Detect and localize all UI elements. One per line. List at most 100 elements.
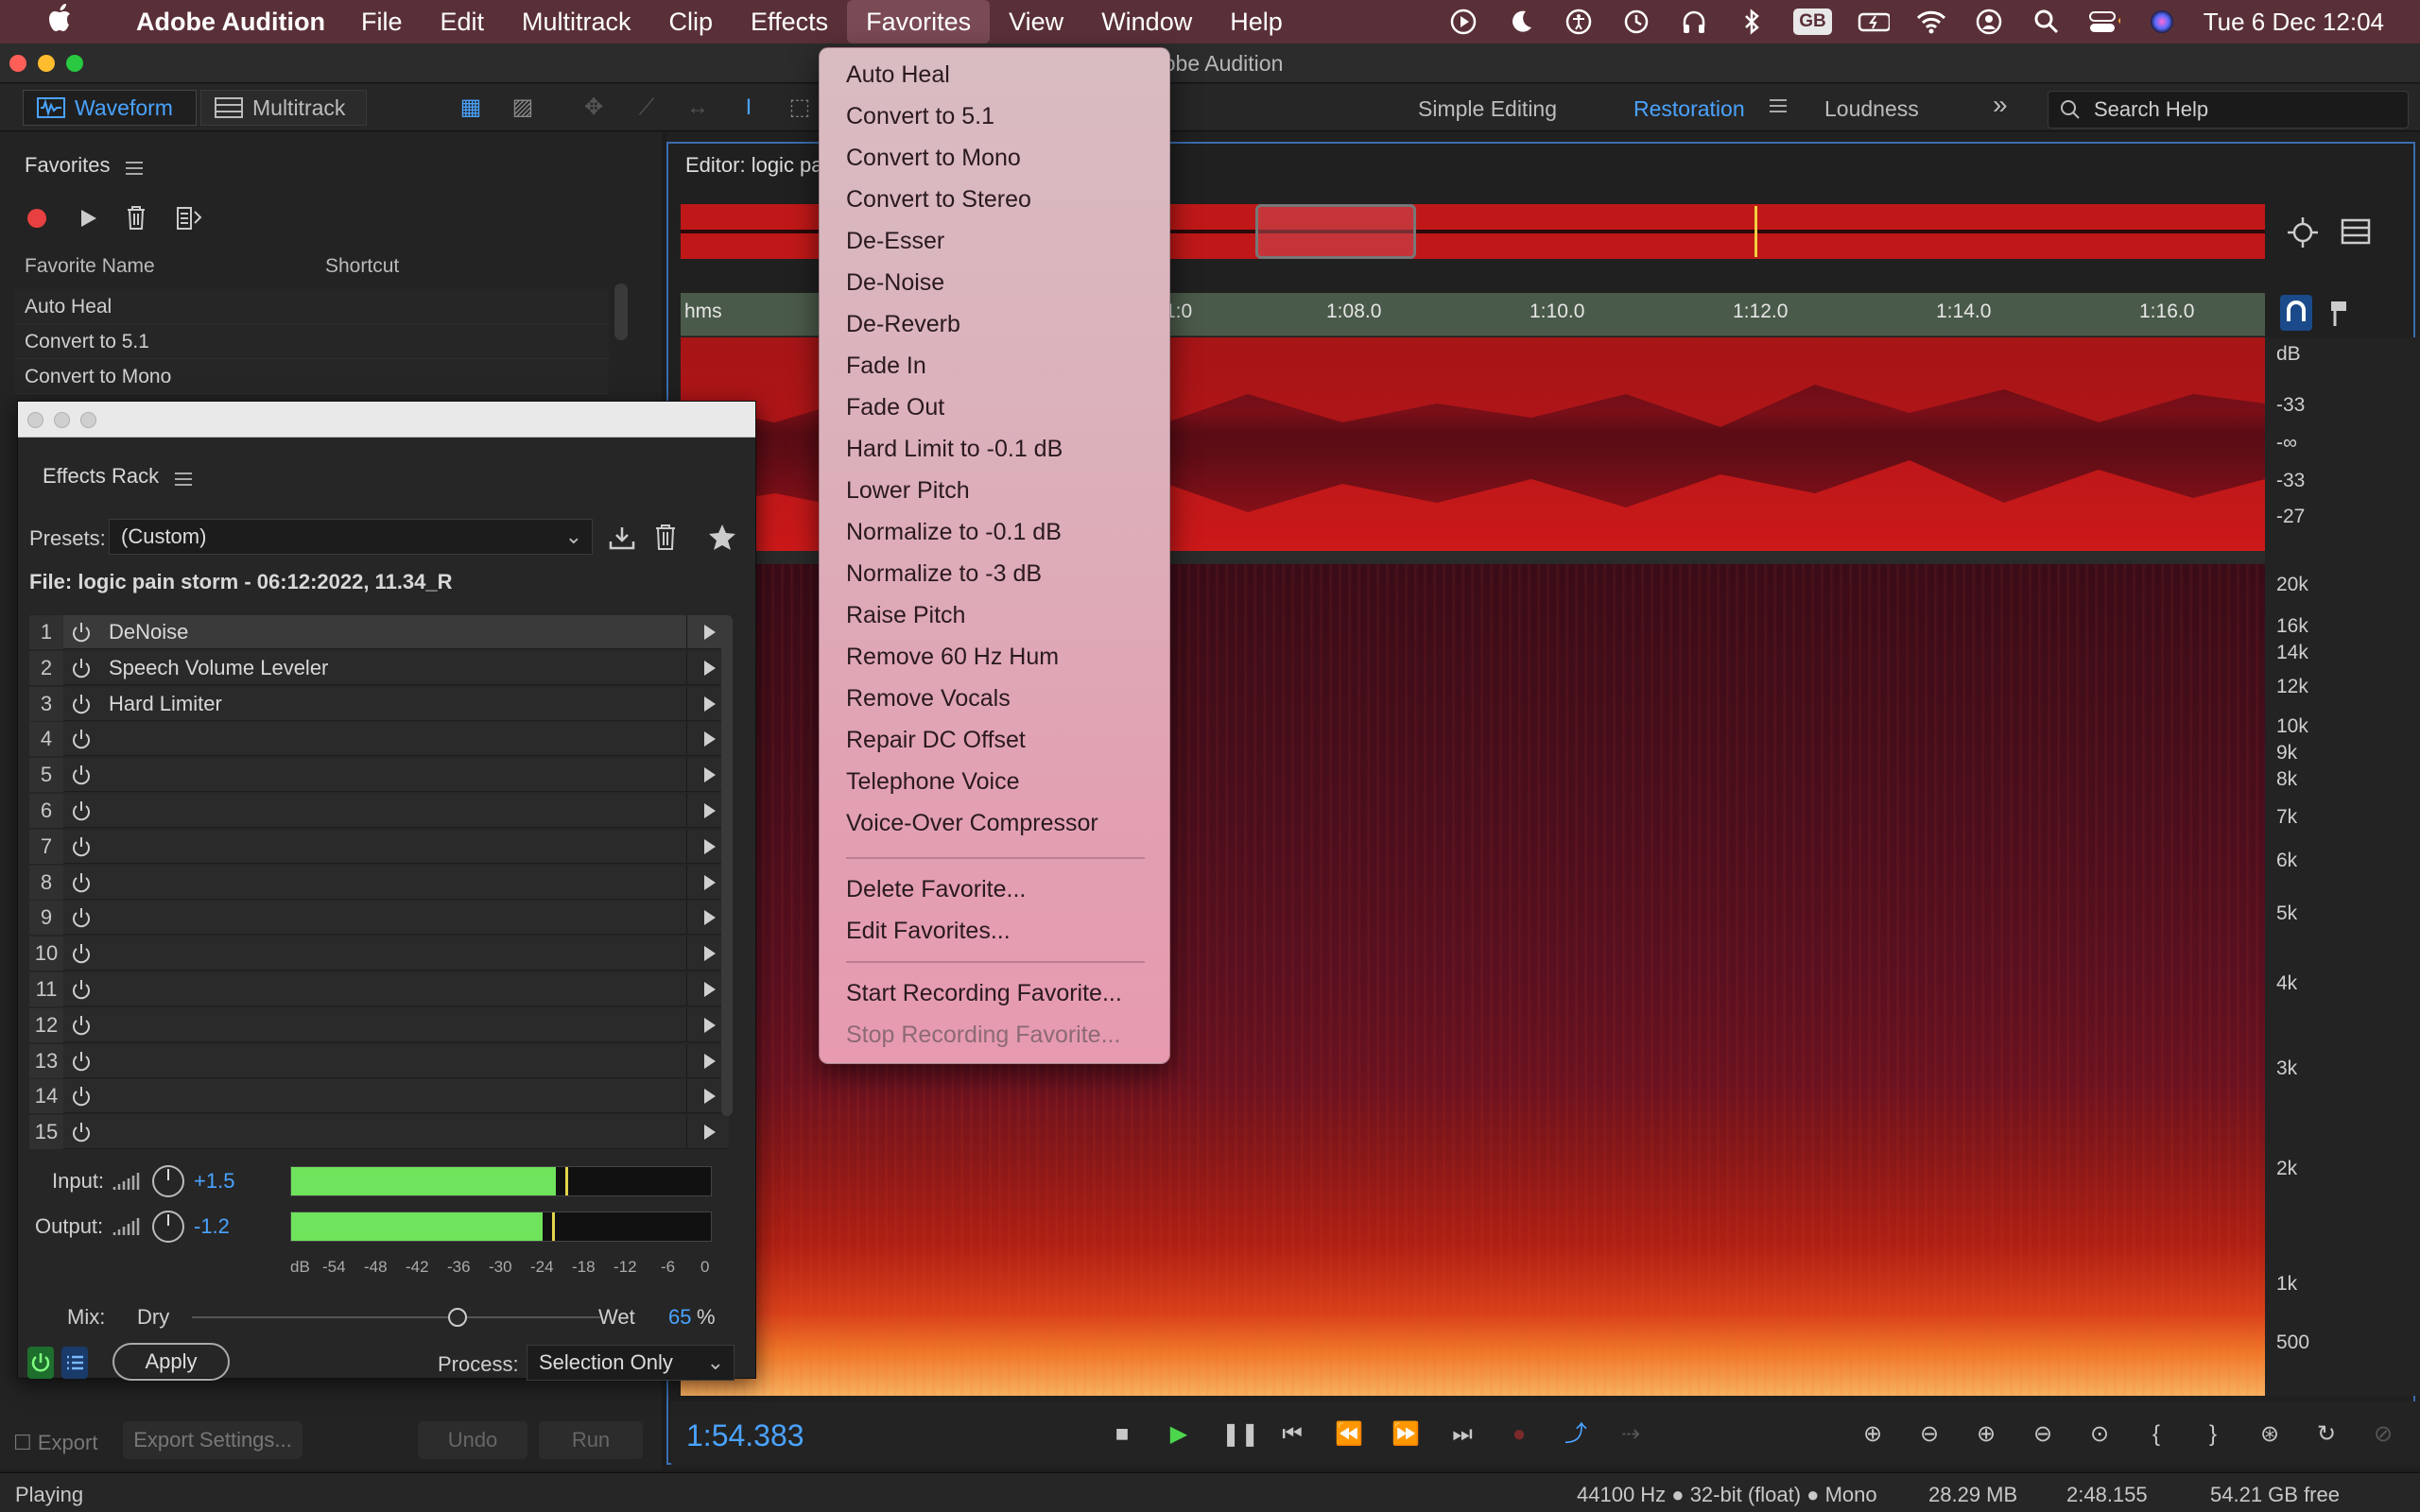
favorites-menu-item[interactable]: De-Noise	[846, 269, 944, 297]
edit-list-icon[interactable]	[176, 206, 204, 231]
menu-file[interactable]: File	[342, 0, 422, 43]
input-gain-value[interactable]: +1.5	[194, 1169, 234, 1194]
save-preset-icon[interactable]	[608, 524, 636, 551]
effect-slot[interactable]: 14	[29, 1079, 729, 1114]
app-name-menu[interactable]: Adobe Audition	[136, 8, 325, 37]
favorites-menu-item[interactable]: Convert to Mono	[846, 145, 1021, 172]
move-tool-icon[interactable]: ✥	[579, 94, 609, 122]
menu-favorites[interactable]: Favorites	[847, 0, 991, 43]
panel-options-icon[interactable]	[2341, 217, 2371, 246]
menu-effects[interactable]: Effects	[732, 0, 847, 43]
siri-icon[interactable]	[2146, 6, 2178, 38]
razor-tool-icon[interactable]: ⟋	[631, 94, 662, 122]
rack-menu-icon[interactable]	[174, 472, 192, 486]
favorites-menu-item[interactable]: Lower Pitch	[846, 477, 970, 505]
col-shortcut[interactable]: Shortcut	[325, 255, 399, 278]
effect-slot[interactable]: 3 Hard Limiter	[29, 686, 729, 721]
moon-icon[interactable]	[1505, 6, 1537, 38]
input-gain-knob[interactable]	[152, 1165, 184, 1197]
slot-expand-arrow-icon[interactable]	[704, 767, 716, 783]
menu-item-delete-favorite[interactable]: Delete Favorite...	[846, 876, 1026, 903]
effect-slot[interactable]: 1 DeNoise	[29, 615, 729, 649]
favorites-menu-item[interactable]: Normalize to -3 dB	[846, 560, 1042, 588]
output-gain-value[interactable]: -1.2	[194, 1214, 230, 1239]
menu-help[interactable]: Help	[1211, 0, 1302, 43]
slot-power-icon[interactable]	[69, 1049, 94, 1074]
time-selection-tool-icon[interactable]: I	[734, 94, 764, 122]
overview-viewport-handle[interactable]	[1255, 204, 1416, 259]
control-center-icon[interactable]	[2088, 6, 2120, 38]
favorite-row[interactable]: Convert to Mono	[15, 359, 609, 394]
panel-menu-icon[interactable]	[125, 161, 143, 175]
zoom-out-amplitude-icon[interactable]: ⊖	[1915, 1420, 1944, 1449]
favorite-star-icon[interactable]	[708, 523, 736, 551]
menu-edit[interactable]: Edit	[421, 0, 503, 43]
slot-expand-arrow-icon[interactable]	[704, 803, 716, 818]
menu-item-edit-favorites[interactable]: Edit Favorites...	[846, 918, 1011, 945]
favorites-menu-item[interactable]: Voice-Over Compressor	[846, 810, 1098, 837]
pause-icon[interactable]: ❚❚	[1221, 1420, 1259, 1449]
menu-item-start-recording-favorite[interactable]: Start Recording Favorite...	[846, 980, 1122, 1007]
mix-slider[interactable]	[192, 1303, 600, 1332]
slot-expand-arrow-icon[interactable]	[704, 1125, 716, 1141]
favorites-menu-item[interactable]: Hard Limit to -0.1 dB	[846, 436, 1063, 463]
slot-expand-arrow-icon[interactable]	[704, 1053, 716, 1069]
favorites-menu-item[interactable]: Convert to 5.1	[846, 103, 994, 130]
process-dropdown[interactable]: Selection Only ⌄	[527, 1345, 735, 1381]
record-icon[interactable]	[26, 208, 47, 229]
apply-button[interactable]: Apply	[112, 1343, 230, 1381]
effect-slot[interactable]: 8	[29, 865, 729, 900]
workspace-restoration[interactable]: Restoration	[1634, 96, 1745, 122]
slot-expand-arrow-icon[interactable]	[704, 625, 716, 640]
workspace-loudness[interactable]: Loudness	[1824, 96, 1919, 122]
slot-power-icon[interactable]	[69, 656, 94, 680]
run-button[interactable]: Run	[539, 1421, 643, 1459]
play-icon[interactable]	[78, 208, 98, 229]
export-checkbox[interactable]: ☐ Export	[13, 1431, 97, 1455]
undo-button[interactable]: Undo	[418, 1421, 527, 1459]
effect-slot[interactable]: 15	[29, 1115, 729, 1150]
slot-expand-arrow-icon[interactable]	[704, 838, 716, 854]
menu-view[interactable]: View	[990, 0, 1082, 43]
slot-power-icon[interactable]	[69, 1120, 94, 1144]
slot-expand-arrow-icon[interactable]	[704, 660, 716, 676]
slot-power-icon[interactable]	[69, 620, 94, 644]
skip-to-end-icon[interactable]: ⏭	[1448, 1420, 1477, 1449]
favorite-row[interactable]: Auto Heal	[15, 289, 609, 324]
zoom-out-full-icon[interactable]: ⊙	[2085, 1420, 2114, 1449]
slot-power-icon[interactable]	[69, 727, 94, 751]
effect-slot[interactable]: 5	[29, 758, 729, 793]
effect-slot[interactable]: 9	[29, 901, 729, 936]
menu-multitrack[interactable]: Multitrack	[503, 0, 650, 43]
menu-clip[interactable]: Clip	[650, 0, 733, 43]
favorites-menu-item[interactable]: Repair DC Offset	[846, 727, 1026, 754]
favorites-menu-item[interactable]: Normalize to -0.1 dB	[846, 519, 1062, 546]
menu-window[interactable]: Window	[1082, 0, 1211, 43]
play-status-icon[interactable]	[1447, 6, 1479, 38]
effect-slot[interactable]: 2 Speech Volume Leveler	[29, 650, 729, 685]
marker-pin-icon[interactable]	[2327, 299, 2350, 329]
slot-power-icon[interactable]	[69, 905, 94, 930]
slot-expand-arrow-icon[interactable]	[704, 874, 716, 890]
zoom-out-time-icon[interactable]: ⊖	[2029, 1420, 2057, 1449]
input-source-indicator[interactable]: GB	[1793, 9, 1832, 35]
workspace-menu-icon[interactable]	[1770, 99, 1787, 112]
favorites-menu-item[interactable]: De-Reverb	[846, 311, 960, 338]
favorites-menu-item[interactable]: Fade Out	[846, 394, 944, 421]
workspace-simple-editing[interactable]: Simple Editing	[1418, 96, 1557, 122]
effect-slot[interactable]: 4	[29, 722, 729, 757]
rack-power-toggle[interactable]	[27, 1347, 54, 1379]
favorites-menu-item[interactable]: Fade In	[846, 352, 926, 380]
slot-power-icon[interactable]	[69, 799, 94, 823]
rack-scrollbar[interactable]	[721, 615, 733, 1116]
skip-to-start-icon[interactable]: ⏮	[1278, 1420, 1306, 1449]
output-gain-knob[interactable]	[152, 1211, 184, 1243]
presets-dropdown[interactable]: (Custom) ⌄	[109, 519, 593, 555]
zoom-to-selection-icon[interactable]: ⊛	[2256, 1420, 2284, 1449]
slot-power-icon[interactable]	[69, 977, 94, 1002]
loop-playback-icon[interactable]: ⤴	[1562, 1420, 1590, 1449]
slot-expand-arrow-icon[interactable]	[704, 1089, 716, 1105]
show-pitch-display-icon[interactable]: ▨	[508, 94, 538, 122]
effect-slot[interactable]: 10	[29, 936, 729, 971]
headphones-icon[interactable]	[1678, 6, 1710, 38]
